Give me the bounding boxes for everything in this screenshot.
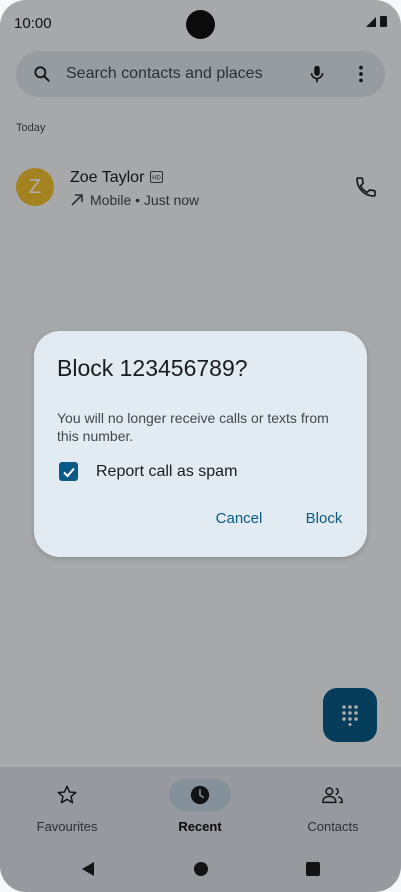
checkmark-icon [62,467,75,477]
report-spam-checkbox[interactable] [59,462,78,481]
cancel-button[interactable]: Cancel [206,507,272,531]
block-number-dialog: Block 123456789? You will no longer rece… [34,331,367,557]
report-spam-label[interactable]: Report call as spam [96,463,237,481]
dialog-body: You will no longer receive calls or text… [57,410,329,444]
phone-screen: 10:00 Search contacts and places Today Z… [0,0,401,892]
dialog-title: Block 123456789? [57,355,248,381]
block-button[interactable]: Block [296,507,352,531]
